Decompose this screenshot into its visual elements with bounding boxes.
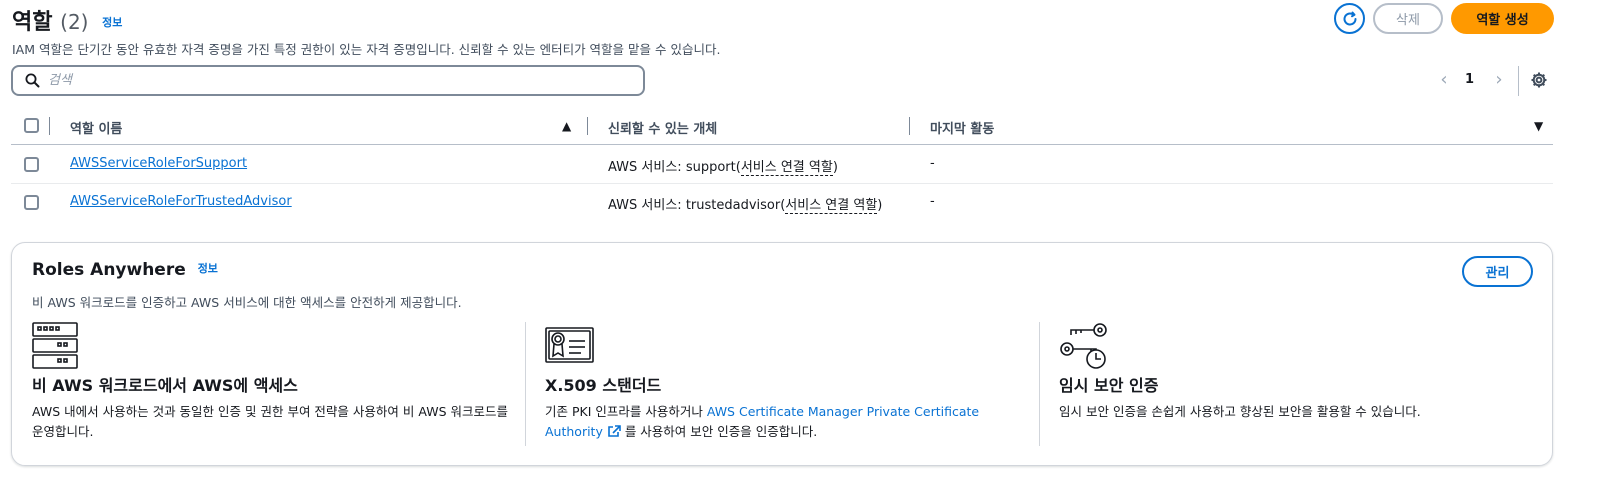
delete-button[interactable]: 삭제 <box>1373 3 1443 34</box>
feature-divider <box>525 322 526 446</box>
current-page[interactable]: 1 <box>1465 72 1474 87</box>
feature-divider <box>1039 322 1040 446</box>
feature-title: 임시 보안 인증 <box>1059 376 1159 395</box>
role-name-link[interactable]: AWSServiceRoleForSupport <box>70 156 247 171</box>
column-header-last-activity[interactable]: 마지막 활동 <box>930 118 994 137</box>
page-title: 역할 (2) 정보 <box>12 10 123 35</box>
role-name-link[interactable]: AWSServiceRoleForTrustedAdvisor <box>70 194 292 209</box>
divider <box>1518 66 1519 96</box>
sort-descending-icon[interactable]: ▼ <box>1534 119 1543 133</box>
search-box[interactable] <box>11 65 645 96</box>
feature-description: 기존 PKI 인프라를 사용하거나 AWS Certificate Manage… <box>545 404 980 439</box>
roles-anywhere-title: Roles Anywhere 정보 <box>32 260 218 280</box>
role-count: (2) <box>60 10 89 34</box>
service-linked-role-tooltip[interactable]: 서비스 연결 역할 <box>740 160 833 176</box>
keys-clock-icon <box>1059 322 1109 374</box>
gear-icon[interactable] <box>1530 71 1548 89</box>
create-role-button[interactable]: 역할 생성 <box>1451 3 1554 34</box>
refresh-icon <box>1343 11 1356 25</box>
external-link-icon[interactable] <box>607 425 621 437</box>
service-linked-role-tooltip[interactable]: 서비스 연결 역할 <box>785 198 878 214</box>
certificate-icon <box>545 325 595 369</box>
column-divider <box>49 117 50 135</box>
search-input[interactable] <box>48 73 608 88</box>
row-checkbox[interactable] <box>24 157 39 172</box>
column-header-trusted-entity[interactable]: 신뢰할 수 있는 개체 <box>608 118 717 137</box>
next-page-icon[interactable]: › <box>1491 71 1507 89</box>
column-header-role-name[interactable]: 역할 이름 <box>70 118 122 137</box>
search-icon <box>25 73 40 88</box>
trusted-entity-cell: AWS 서비스: trustedadvisor(서비스 연결 역할) <box>608 198 883 214</box>
table-header-divider <box>11 144 1553 145</box>
column-divider <box>587 117 588 135</box>
roles-anywhere-description: 비 AWS 워크로드를 인증하고 AWS 서비스에 대한 액세스를 안전하게 제… <box>32 295 462 310</box>
feature-description: AWS 내에서 사용하는 것과 동일한 인증 및 권한 부여 전략을 사용하여 … <box>32 404 508 439</box>
feature-title: 비 AWS 워크로드에서 AWS에 액세스 <box>32 376 298 395</box>
row-checkbox[interactable] <box>24 195 39 210</box>
last-activity-cell: - <box>930 156 935 171</box>
feature-title: X.509 스탠더드 <box>545 376 662 395</box>
trusted-entity-cell: AWS 서비스: support(서비스 연결 역할) <box>608 160 838 176</box>
sort-ascending-icon[interactable]: ▲ <box>562 119 571 133</box>
info-link[interactable]: 정보 <box>102 16 122 29</box>
select-all-checkbox[interactable] <box>24 118 39 133</box>
manage-button[interactable]: 관리 <box>1462 256 1533 287</box>
refresh-button[interactable] <box>1334 3 1365 34</box>
column-divider <box>909 117 910 135</box>
server-rack-icon <box>32 322 78 374</box>
feature-description: 임시 보안 인증을 손쉽게 사용하고 향상된 보안을 활용할 수 있습니다. <box>1059 404 1421 419</box>
info-link[interactable]: 정보 <box>198 262 218 275</box>
page-description: IAM 역할은 단기간 동안 유효한 자격 증명을 가진 특정 권한이 있는 자… <box>12 42 721 57</box>
previous-page-icon[interactable]: ‹ <box>1436 71 1452 89</box>
last-activity-cell: - <box>930 194 935 209</box>
row-divider <box>11 183 1553 184</box>
